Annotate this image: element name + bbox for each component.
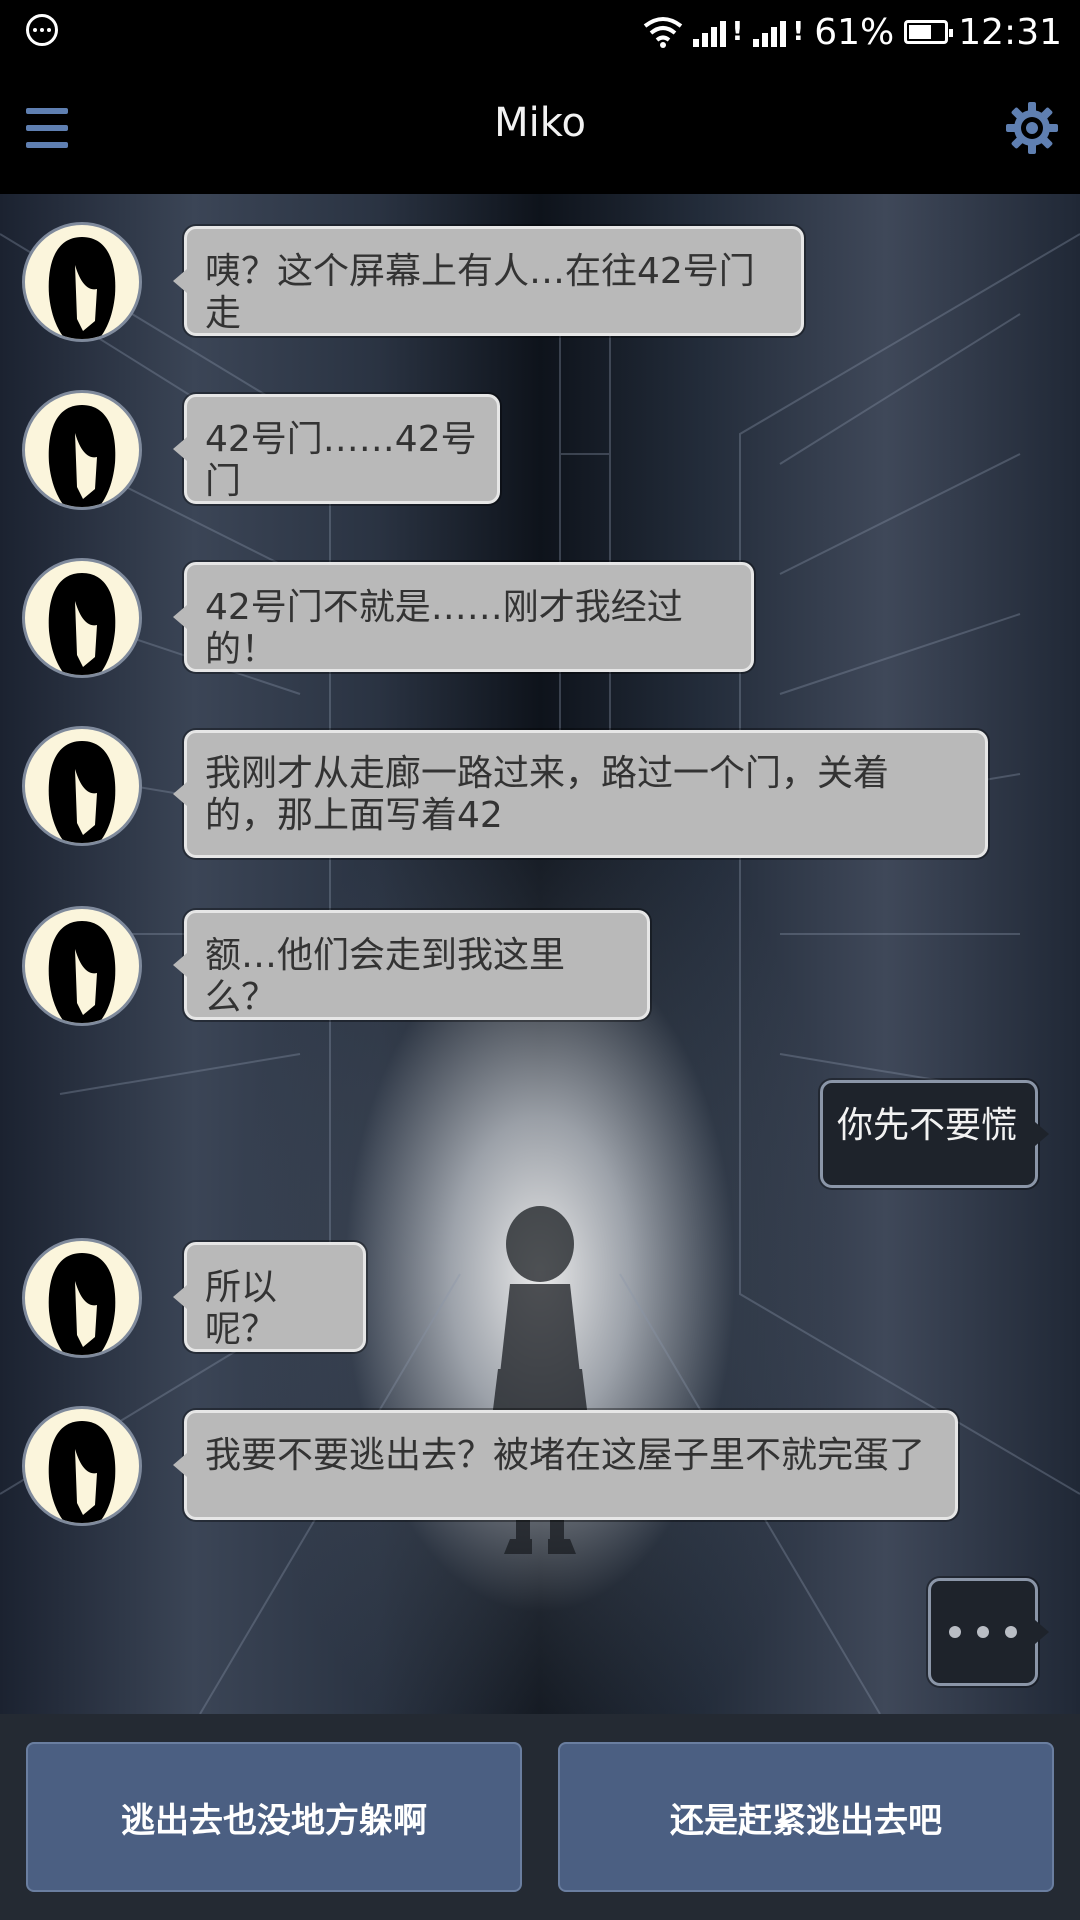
choice-button-1[interactable]: 逃出去也没地方躲啊 (26, 1742, 522, 1892)
notification-icon (26, 14, 58, 46)
message-row: 我要不要逃出去？被堵在这屋子里不就完蛋了 (0, 1406, 1080, 1526)
message-row: 咦？这个屏幕上有人…在往42号门走 (0, 222, 1080, 342)
message-row: 额…他们会走到我这里么？ (0, 906, 1080, 1026)
message-bubble: 咦？这个屏幕上有人…在往42号门走 (173, 226, 804, 336)
signal-icon-2 (753, 17, 787, 47)
message-row: 我刚才从走廊一路过来，路过一个门，关着 的，那上面写着42 (0, 726, 1080, 858)
message-row: 42号门不就是……刚才我经过的！ (0, 558, 1080, 678)
message-row-outgoing: 你先不要慌 (0, 1080, 1080, 1190)
avatar (22, 906, 142, 1026)
message-bubble: 我要不要逃出去？被堵在这屋子里不就完蛋了 (173, 1410, 958, 1520)
message-text-line-1: 我刚才从走廊一路过来，路过一个门，关着 (205, 753, 890, 794)
message-bubble: 所以呢？ (173, 1242, 366, 1352)
avatar (22, 222, 142, 342)
message-text: 42号门不就是……刚才我经过的！ (205, 587, 683, 670)
message-text: 所以呢？ (205, 1267, 278, 1350)
avatar (22, 1238, 142, 1358)
message-text: 我要不要逃出去？被堵在这屋子里不就完蛋了 (205, 1435, 926, 1476)
message-text: 你先不要慌 (837, 1105, 1018, 1146)
message-row: 42号门……42号门 (0, 390, 1080, 510)
message-row: 所以呢？ (0, 1238, 1080, 1358)
avatar (22, 726, 142, 846)
message-bubble: 我刚才从走廊一路过来，路过一个门，关着 的，那上面写着42 (173, 730, 988, 858)
page-title: Miko (494, 100, 586, 146)
avatar (22, 558, 142, 678)
clock: 12:31 (958, 11, 1062, 53)
choice-button-2[interactable]: 还是赶紧逃出去吧 (558, 1742, 1054, 1892)
signal-icon-1 (692, 17, 726, 47)
typing-indicator (928, 1578, 1049, 1686)
gear-icon[interactable] (1004, 100, 1060, 156)
message-text: 额…他们会走到我这里么？ (205, 935, 566, 1018)
message-text-line-2: 的，那上面写着42 (205, 795, 503, 836)
signal-alert-icon-2: ! (792, 17, 805, 47)
wifi-icon (643, 17, 682, 48)
avatar (22, 390, 142, 510)
outgoing-message-bubble: 你先不要慌 (820, 1080, 1049, 1188)
battery-icon (904, 20, 954, 44)
message-bubble: 额…他们会走到我这里么？ (173, 910, 650, 1020)
app-bar: Miko (0, 64, 1080, 194)
message-text: 咦？这个屏幕上有人…在往42号门走 (205, 251, 755, 334)
status-bar: ! ! 61% 12:31 (0, 0, 1080, 64)
message-bubble: 42号门不就是……刚才我经过的！ (173, 562, 754, 672)
chat-area[interactable]: 咦？这个屏幕上有人…在往42号门走 42号门……42号门 42号门不就是……刚才… (0, 194, 1080, 1714)
signal-alert-icon: ! (731, 17, 744, 47)
message-text: 42号门……42号门 (205, 419, 477, 502)
status-indicators: ! ! 61% 12:31 (643, 8, 1062, 56)
message-bubble: 42号门……42号门 (173, 394, 500, 504)
reply-choices: 逃出去也没地方躲啊 还是赶紧逃出去吧 (0, 1714, 1080, 1920)
avatar (22, 1406, 142, 1526)
battery-percent: 61% (814, 11, 895, 53)
